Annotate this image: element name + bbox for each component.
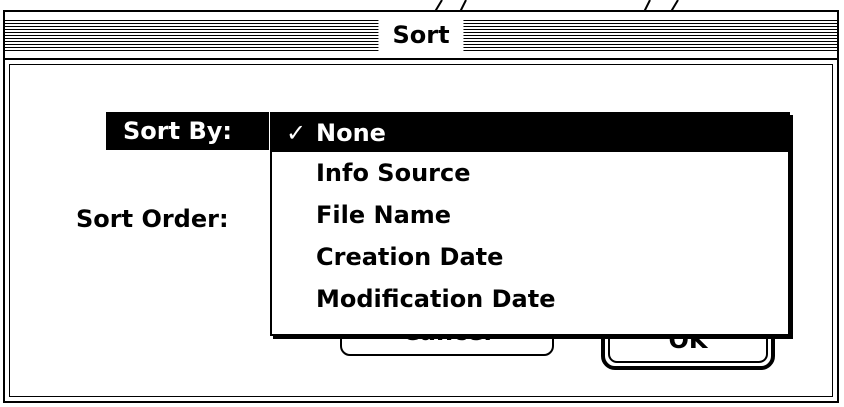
menu-item-none[interactable]: ✓ None	[272, 114, 788, 152]
sort-by-menu: ✓ None Info Source File Name Creation Da…	[270, 112, 790, 336]
sort-order-label: Sort Order:	[76, 205, 229, 233]
dialog-title: Sort	[378, 19, 464, 51]
dialog-content: Sort By: Sort Order: Cancel OK ✓ None In…	[5, 60, 837, 401]
title-bar[interactable]: Sort	[5, 12, 837, 60]
menu-item-label: Info Source	[316, 159, 471, 187]
sort-by-popup-label[interactable]: Sort By:	[106, 112, 269, 150]
menu-item-info-source[interactable]: Info Source	[272, 152, 788, 194]
checkmark-icon: ✓	[286, 119, 307, 147]
menu-item-label: None	[316, 119, 386, 147]
menu-item-creation-date[interactable]: Creation Date	[272, 236, 788, 278]
menu-item-file-name[interactable]: File Name	[272, 194, 788, 236]
menu-item-modification-date[interactable]: Modification Date	[272, 278, 788, 320]
menu-item-label: File Name	[316, 201, 452, 229]
menu-item-label: Modification Date	[316, 285, 556, 313]
menu-item-label: Creation Date	[316, 243, 504, 271]
sort-dialog: Sort Sort By: Sort Order: Cancel OK ✓ No…	[3, 10, 839, 403]
